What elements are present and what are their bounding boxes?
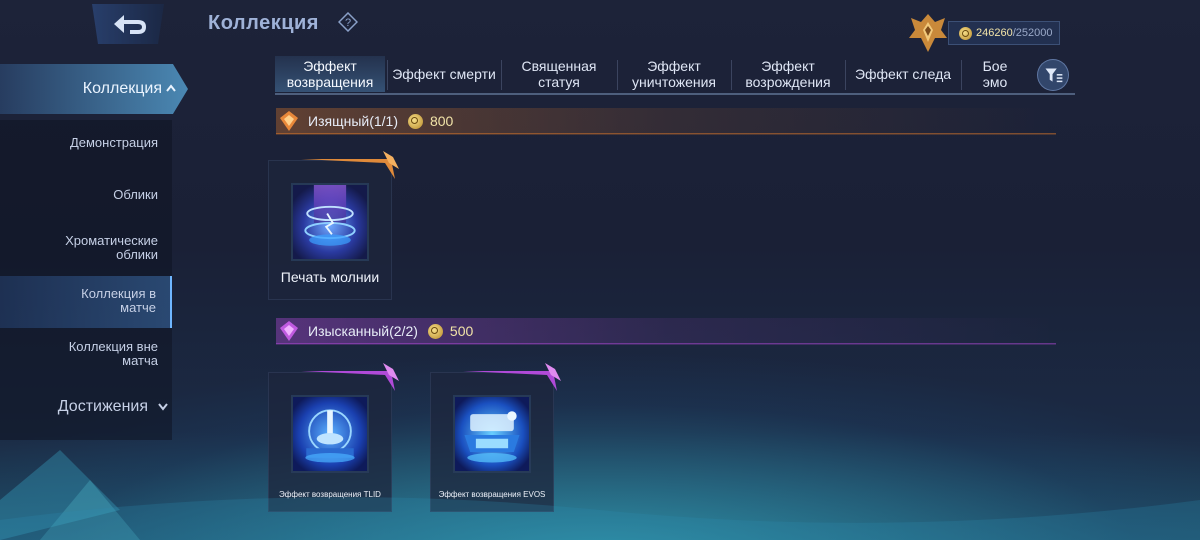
tab-destruction-effect[interactable]: Эффект уничтожения — [621, 56, 727, 92]
gem-icon — [280, 111, 298, 131]
back-button[interactable] — [92, 4, 164, 44]
item-thumbnail — [291, 183, 369, 261]
tab-recall-effect[interactable]: Эффект возвращения — [275, 56, 385, 92]
section-price-value: 500 — [449, 323, 474, 339]
sidebar-item-label: Хроматические облики — [65, 233, 158, 262]
page-title: Коллекция — [208, 12, 319, 34]
tab-bar: Эффект возвращения Эффект смерти Священн… — [275, 56, 1075, 96]
tab-label: Эффект уничтожения — [631, 58, 716, 90]
tab-battle-emote[interactable]: Бое эмо — [965, 56, 1025, 92]
sidebar-achievements-label: Достижения — [57, 398, 148, 415]
filter-button[interactable] — [1037, 59, 1069, 91]
sidebar-item-label: Облики — [113, 187, 158, 202]
rank-emblem[interactable] — [905, 12, 951, 54]
question-icon: ? — [337, 11, 359, 33]
collection-points: 246260 / 252000 — [948, 21, 1060, 45]
tab-label: Эффект следа — [854, 66, 952, 82]
gem-icon — [280, 321, 298, 341]
section-price-value: 800 — [429, 113, 454, 129]
lightning-seal-icon — [293, 185, 367, 259]
tab-label: Эффект возвращения — [286, 58, 374, 90]
tab-divider — [617, 60, 618, 90]
tab-trail-effect[interactable]: Эффект следа — [849, 56, 957, 92]
sidebar-item-skins[interactable]: Облики — [0, 188, 172, 202]
tab-divider — [731, 60, 732, 90]
item-card[interactable]: Печать молнии — [268, 151, 399, 300]
tabs-underline — [275, 93, 1075, 95]
section-title: Изящный(1/1) — [308, 113, 398, 129]
tab-elimination-effect[interactable]: Эффект смерти — [391, 56, 497, 92]
coin-icon — [407, 113, 423, 129]
tab-label: Эффект смерти — [392, 66, 496, 82]
sidebar-main-label: Коллекция — [82, 80, 162, 97]
coin-icon — [959, 26, 972, 40]
svg-text:?: ? — [345, 17, 351, 29]
section-header-exquisite: Изысканный(2/2) 500 — [276, 316, 1056, 346]
section-header-elegant: Изящный(1/1) 800 — [276, 106, 1056, 136]
sidebar-item-showcase[interactable]: Демонстрация — [0, 136, 172, 150]
sidebar-item-label: Коллекция в матче — [81, 286, 156, 315]
sidebar-item-label: Демонстрация — [69, 135, 158, 150]
tab-divider — [845, 60, 846, 90]
tab-label: Эффект возрождения — [745, 58, 831, 90]
section-title: Изысканный(2/2) — [308, 323, 418, 339]
rank-emblem-icon — [909, 14, 947, 52]
points-current: 246260 — [976, 27, 1013, 39]
tab-label: Священная статуя — [521, 58, 597, 90]
sidebar-item-out-of-match[interactable]: Коллекция вне матча — [0, 340, 172, 368]
item-name: Печать молнии — [280, 269, 380, 285]
coin-icon — [427, 323, 443, 339]
help-button[interactable]: ? — [337, 11, 359, 33]
back-arrow-icon — [92, 4, 164, 44]
tab-label: Бое эмо — [982, 58, 1008, 90]
tab-divider — [501, 60, 502, 90]
chevron-up-icon — [166, 84, 176, 92]
sidebar-item-achievements[interactable]: Достижения — [0, 398, 180, 416]
points-max: 252000 — [1015, 27, 1053, 39]
sidebar-item-collection[interactable]: Коллекция — [0, 64, 188, 114]
filter-icon — [1045, 68, 1063, 83]
sidebar-item-chromatic-skins[interactable]: Хроматические облики — [0, 234, 172, 262]
chevron-down-icon — [158, 403, 168, 411]
tab-divider — [387, 60, 388, 90]
sidebar-item-label: Коллекция вне матча — [68, 339, 158, 368]
decorative-wave — [0, 450, 1200, 540]
section-price: 800 — [407, 113, 454, 129]
section-price: 500 — [427, 323, 474, 339]
sidebar-item-in-match[interactable]: Коллекция в матче — [0, 276, 172, 328]
tab-respawn-effect[interactable]: Эффект возрождения — [735, 56, 841, 92]
tab-divider — [961, 60, 962, 90]
tab-sacred-statue[interactable]: Священная статуя — [505, 56, 613, 92]
